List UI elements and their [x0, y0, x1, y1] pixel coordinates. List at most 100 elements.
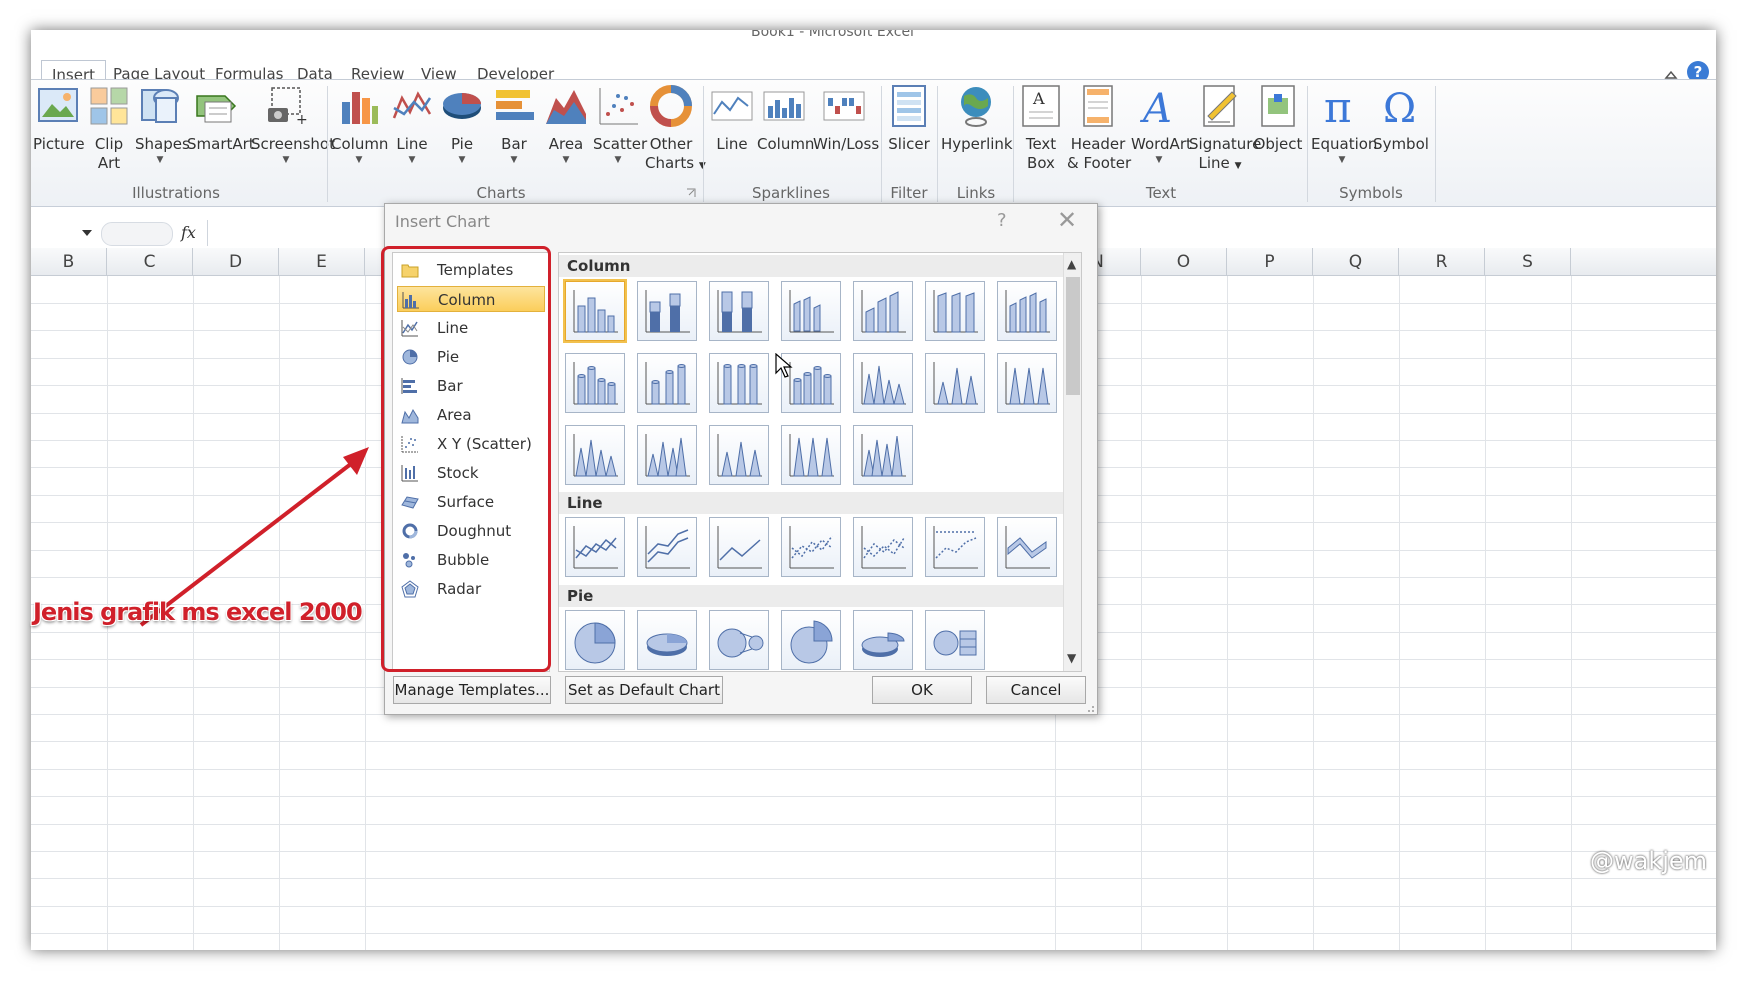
other-charts-button[interactable]: Other Charts ▼ — [645, 80, 706, 176]
pi-icon: π — [1324, 83, 1352, 132]
column-header-o[interactable]: O — [1141, 248, 1227, 276]
column-header-p[interactable]: P — [1227, 248, 1313, 276]
sparkline-winloss-button[interactable]: Win/Loss — [813, 80, 879, 154]
gridline — [1571, 276, 1572, 950]
column-header-next — [1571, 248, 1716, 276]
line-subtype-thumbnail[interactable] — [925, 517, 985, 577]
column-chart-button[interactable]: Column ▼ — [331, 80, 388, 166]
gridline — [1399, 276, 1400, 950]
line-subtype-thumbnail[interactable] — [637, 517, 697, 577]
column-subtype-thumbnail[interactable] — [563, 279, 627, 343]
column-subtype-thumbnail[interactable] — [709, 425, 769, 485]
gridline — [1313, 276, 1314, 950]
signature-line-button[interactable]: Signature Line ▼ — [1189, 80, 1261, 176]
gridline — [1141, 276, 1142, 950]
line-subtype-thumbnail[interactable] — [853, 517, 913, 577]
wordart-button[interactable]: A WordArt ▼ — [1131, 80, 1192, 166]
hyperlink-button[interactable]: Hyperlink — [941, 80, 1013, 154]
smartart-button[interactable]: SmartArt — [187, 80, 255, 154]
group-separator — [1307, 86, 1308, 202]
formula-bar-expander[interactable] — [101, 222, 173, 246]
dialog-launcher-icon[interactable] — [686, 188, 696, 198]
column-subtype-thumbnail[interactable] — [781, 281, 841, 341]
column-header-d[interactable]: D — [193, 248, 279, 276]
column-subtype-thumbnail[interactable] — [853, 353, 913, 413]
column-subtype-thumbnail[interactable] — [925, 353, 985, 413]
column-subtype-thumbnail[interactable] — [637, 425, 697, 485]
cancel-button[interactable]: Cancel — [986, 676, 1086, 704]
line-subtype-thumbnail[interactable] — [565, 517, 625, 577]
group-separator — [881, 86, 882, 202]
column-subtype-thumbnail[interactable] — [709, 353, 769, 413]
group-separator — [1435, 86, 1436, 202]
gridline — [31, 906, 1716, 907]
column-header-c[interactable]: C — [107, 248, 193, 276]
column-subtype-thumbnail[interactable] — [709, 281, 769, 341]
pie-subtype-thumbnail[interactable] — [637, 610, 697, 670]
ribbon-tabs: Insert Page Layout Formulas Data Review … — [31, 46, 1716, 92]
name-box[interactable] — [31, 221, 95, 245]
symbol-button[interactable]: Ω Symbol — [1373, 80, 1429, 154]
column-subtype-thumbnail[interactable] — [637, 353, 697, 413]
clip-art-button[interactable]: Clip Art — [87, 80, 131, 173]
column-subtype-thumbnail[interactable] — [853, 281, 913, 341]
column-header-r[interactable]: R — [1399, 248, 1485, 276]
pie-chart-button[interactable]: Pie ▼ — [439, 80, 485, 166]
watermark: @wakjem — [1590, 847, 1708, 875]
shapes-button[interactable]: Shapes ▼ — [135, 80, 190, 166]
gridline — [31, 851, 1716, 852]
line-subtype-thumbnail[interactable] — [997, 517, 1057, 577]
column-header-q[interactable]: Q — [1313, 248, 1399, 276]
column-subtype-thumbnail[interactable] — [853, 425, 913, 485]
column-header-e[interactable]: E — [279, 248, 365, 276]
header-footer-button[interactable]: Header & Footer — [1067, 80, 1131, 173]
group-label-text: Text — [1145, 184, 1177, 202]
line-subtype-thumbnail[interactable] — [781, 517, 841, 577]
pie-subtype-thumbnail[interactable] — [781, 610, 841, 670]
line-subtype-thumbnail[interactable] — [709, 517, 769, 577]
column-subtype-thumbnail[interactable] — [997, 281, 1057, 341]
equation-button[interactable]: π Equation ▼ — [1311, 80, 1377, 166]
column-subtype-thumbnail[interactable] — [781, 425, 841, 485]
bar-chart-button[interactable]: Bar ▼ — [491, 80, 537, 166]
doughnut-chart-icon — [650, 85, 692, 127]
resize-grip-icon[interactable] — [1083, 701, 1095, 713]
gallery-scrollbar[interactable]: ▲ ▼ — [1063, 253, 1081, 671]
column-header-b[interactable]: B — [31, 248, 107, 276]
ok-button[interactable]: OK — [872, 676, 972, 704]
gridline — [31, 878, 1716, 879]
column-subtype-thumbnail[interactable] — [637, 281, 697, 341]
slicer-button[interactable]: Slicer — [885, 80, 933, 154]
pie-subtype-thumbnail[interactable] — [565, 610, 625, 670]
column-subtype-thumbnail[interactable] — [565, 353, 625, 413]
area-chart-button[interactable]: Area ▼ — [541, 80, 591, 166]
column-subtype-thumbnail[interactable] — [997, 353, 1057, 413]
sparkline-line-button[interactable]: Line — [709, 80, 755, 154]
scroll-down-icon[interactable]: ▼ — [1067, 651, 1076, 665]
object-button[interactable]: Object — [1253, 80, 1303, 154]
pie-subtype-thumbnail[interactable] — [853, 610, 913, 670]
group-separator — [937, 86, 938, 202]
manage-templates-button[interactable]: Manage Templates... — [393, 676, 551, 704]
scatter-chart-button[interactable]: Scatter ▼ — [593, 80, 647, 166]
column-subtype-thumbnail[interactable] — [925, 281, 985, 341]
picture-button[interactable]: Picture — [33, 80, 85, 154]
screenshot-button[interactable]: + Screenshot ▼ — [251, 80, 335, 166]
insert-function-button[interactable]: fx — [181, 223, 196, 242]
column-subtype-thumbnail[interactable] — [565, 425, 625, 485]
dialog-help-button[interactable]: ? — [997, 210, 1007, 231]
sparkline-column-button[interactable]: Column — [757, 80, 814, 154]
pie-subtype-thumbnail[interactable] — [925, 610, 985, 670]
group-separator — [1013, 86, 1014, 202]
chart-subtype-gallery: Column Line Pie ▲ ▼ — [558, 252, 1082, 672]
line-chart-button[interactable]: Line ▼ — [389, 80, 435, 166]
set-default-chart-button[interactable]: Set as Default Chart — [565, 676, 723, 704]
scroll-up-icon[interactable]: ▲ — [1067, 257, 1076, 271]
scrollbar-thumb[interactable] — [1066, 277, 1080, 395]
text-box-button[interactable]: A Text Box — [1017, 80, 1065, 173]
pie-subtype-thumbnail[interactable] — [709, 610, 769, 670]
line-chart-icon — [392, 91, 432, 119]
svg-text:A: A — [1139, 86, 1172, 128]
dialog-close-button[interactable]: ✕ — [1057, 206, 1077, 234]
column-header-s[interactable]: S — [1485, 248, 1571, 276]
